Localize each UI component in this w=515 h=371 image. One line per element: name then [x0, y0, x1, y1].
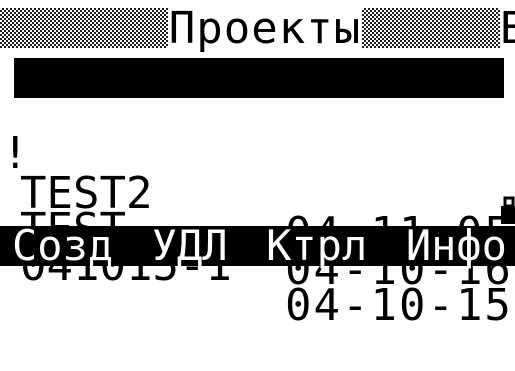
project-row-test2[interactable]: ! TEST2 04-11-05: [0, 94, 515, 256]
project-date: 04-10-15: [285, 280, 513, 331]
title-dither-left: [0, 8, 168, 48]
project-row-test[interactable]: TEST 04-10-16: [0, 130, 515, 292]
delete-softkey[interactable]: УДЛ: [152, 225, 228, 267]
info-softkey[interactable]: Инфо: [406, 225, 507, 267]
control-softkey[interactable]: Ктрл: [266, 225, 367, 267]
title-bar: Проекты В: [0, 0, 515, 58]
create-softkey[interactable]: Созд: [12, 225, 113, 267]
title-dither-right: [362, 8, 500, 48]
project-row-bad[interactable]: BAD 04-11-06: [14, 58, 511, 220]
project-row-041015-1[interactable]: 041015-1 04-10-15: [0, 166, 515, 328]
title-edge-glyph: В: [500, 3, 515, 54]
softkey-bar: Созд УДЛ Ктрл Инфо: [0, 225, 515, 267]
page-title: Проекты: [168, 3, 362, 54]
projects-screen: Проекты В BAD 04-11-06 ! TEST2 04-11-05 …: [0, 0, 515, 328]
